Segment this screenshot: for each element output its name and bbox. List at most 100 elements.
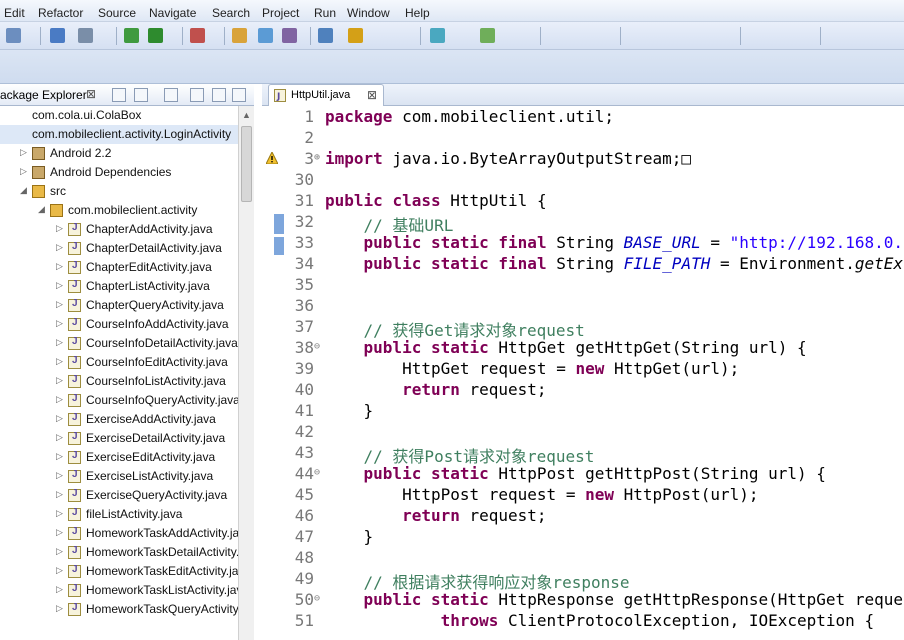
editor-tab-label[interactable]: HttpUtil.java [291,89,350,101]
tree-item[interactable]: ▷ ChapterEditActivity.java [0,258,238,277]
tree-item[interactable]: ▷ ExerciseQueryActivity.java [0,486,238,505]
tree-item[interactable]: ▷ HomeworkTaskQueryActivity.j [0,600,238,619]
close-icon[interactable]: ⊠ [86,87,96,101]
tree-item[interactable]: ▷ ChapterQueryActivity.java [0,296,238,315]
minimize-icon[interactable] [212,88,226,102]
print-icon[interactable] [78,28,93,43]
expand-icon[interactable]: ▷ [56,603,63,614]
tree-item[interactable]: ▷ ExerciseDetailActivity.java [0,429,238,448]
code-line[interactable]: 35 [284,274,904,295]
collapse-all-icon[interactable] [112,88,126,102]
expand-icon[interactable]: ▷ [56,413,63,424]
expand-icon[interactable]: ▷ [56,489,63,500]
code-line[interactable]: 41 } [284,400,904,421]
view-menu-icon[interactable] [164,88,178,102]
code-line[interactable]: 3 ⊕ import java.io.ByteArrayOutputStream;□ [284,148,904,169]
menu-project[interactable]: Project [262,6,299,20]
menu-navigate[interactable]: Navigate [149,6,196,20]
back-icon[interactable] [430,28,445,43]
expand-icon[interactable]: ▷ [56,565,63,576]
expand-icon[interactable]: ▷ [56,299,63,310]
expand-icon[interactable]: ▷ [56,584,63,595]
expand-icon[interactable]: ▷ [56,451,63,462]
tree-item[interactable]: ▷ Android 2.2 [0,144,238,163]
new-icon[interactable] [6,28,21,43]
code-line[interactable]: 40 return request; [284,379,904,400]
collapse-fold-icon[interactable]: ⊖ [314,467,320,478]
expand-icon[interactable]: ▷ [56,356,63,367]
maximize-icon[interactable] [232,88,246,102]
tree-item[interactable]: ▷ HomeworkTaskDetailActivity.j [0,543,238,562]
expand-icon[interactable]: ▷ [56,508,63,519]
menu-help[interactable]: Help [405,6,430,20]
expand-icon[interactable]: ▷ [56,318,63,329]
code-line[interactable]: 38 ⊖ public static HttpGet getHttpGet(Str… [284,337,904,358]
open-type-icon[interactable] [282,28,297,43]
external-tools-icon[interactable] [190,28,205,43]
tree-item[interactable]: ◢ com.mobileclient.activity [0,201,238,220]
code-line[interactable]: 48 [284,547,904,568]
tree-item[interactable]: ▷ HomeworkTaskListActivity.jav [0,581,238,600]
expand-icon[interactable]: ▷ [56,470,63,481]
expand-icon[interactable]: ▷ [20,147,27,158]
code-line[interactable]: 1 package com.mobileclient.util; [284,106,904,127]
search-icon[interactable] [318,28,333,43]
expand-icon[interactable]: ▷ [56,242,63,253]
save-icon[interactable] [50,28,65,43]
forward-icon[interactable] [480,28,495,43]
tree-item[interactable]: ▷ CourseInfoDetailActivity.java [0,334,238,353]
expand-icon[interactable]: ▷ [56,527,63,538]
tree-item[interactable]: ▷ CourseInfoListActivity.java [0,372,238,391]
code-line[interactable]: 31 public class HttpUtil { [284,190,904,211]
expand-icon[interactable]: ▷ [56,223,63,234]
tree-item[interactable]: com.cola.ui.ColaBox [0,106,238,125]
code-line[interactable]: 47 } [284,526,904,547]
expand-icon[interactable]: ▷ [56,261,63,272]
tree-item[interactable]: ▷ Android Dependencies [0,163,238,182]
tree-item[interactable]: ▷ ChapterListActivity.java [0,277,238,296]
expand-icon[interactable]: ▷ [56,337,63,348]
tree-item[interactable]: ▷ fileListActivity.java [0,505,238,524]
code-line[interactable]: 42 [284,421,904,442]
code-area[interactable]: 1 package com.mobileclient.util; 2 3 ⊕ import… [284,106,904,640]
collapse-icon[interactable]: ◢ [20,185,27,196]
code-line[interactable]: 34 public static final String FILE_PATH … [284,253,904,274]
tree-item[interactable]: ▷ CourseInfoEditActivity.java [0,353,238,372]
code-line[interactable]: 32 // 基础URL [284,211,904,235]
package-explorer-tab[interactable]: ackage Explorer ⊠ [0,84,254,106]
scroll-up-arrow-icon[interactable]: ▲ [242,110,251,120]
code-line[interactable]: 36 [284,295,904,316]
code-line[interactable]: 50 ⊖ public static HttpResponse getHttpRe… [284,589,904,610]
expand-icon[interactable]: ▷ [20,166,27,177]
code-line[interactable]: 44 ⊖ public static HttpPost getHttpPost(S… [284,463,904,484]
code-line[interactable]: 39 HttpGet request = new HttpGet(url); [284,358,904,379]
editor-tab-httputil[interactable]: J HttpUtil.java ⊠ [268,84,384,106]
tree-item[interactable]: ◢ src [0,182,238,201]
expand-icon[interactable]: ▷ [56,432,63,443]
debug-icon[interactable] [124,28,139,43]
tree-item[interactable]: com.mobileclient.activity.LoginActivity [0,125,238,144]
new-class-icon[interactable] [258,28,273,43]
menu-window[interactable]: Window [347,6,390,20]
explorer-scrollbar[interactable]: ▲ [238,106,254,640]
tree-item[interactable]: ▷ HomeworkTaskEditActivity.jav [0,562,238,581]
explorer-scroll-thumb[interactable] [241,126,252,202]
tree-item[interactable]: ▷ ExerciseListActivity.java [0,467,238,486]
code-line[interactable]: 43 // 获得Post请求对象request [284,442,904,466]
tree-item[interactable]: ▷ ChapterDetailActivity.java [0,239,238,258]
collapse-fold-icon[interactable]: ⊖ [314,593,320,604]
tree-item[interactable]: ▷ HomeworkTaskAddActivity.jav [0,524,238,543]
expand-fold-icon[interactable]: ⊕ [314,152,320,163]
collapse-icon[interactable]: ◢ [38,204,45,215]
next-annotation-icon[interactable] [348,28,363,43]
tree-item[interactable]: ▷ ExerciseEditActivity.java [0,448,238,467]
package-explorer-title[interactable]: ackage Explorer [0,88,87,102]
code-line[interactable]: 46 return request; [284,505,904,526]
code-line[interactable]: 37 // 获得Get请求对象request [284,316,904,340]
menu-run[interactable]: Run [314,6,336,20]
code-line[interactable]: 49 // 根据请求获得响应对象response [284,568,904,592]
code-line[interactable]: 30 [284,169,904,190]
code-line[interactable]: 45 HttpPost request = new HttpPost(url); [284,484,904,505]
menu-edit[interactable]: Edit [4,6,25,20]
tree-item[interactable]: ▷ CourseInfoQueryActivity.java [0,391,238,410]
